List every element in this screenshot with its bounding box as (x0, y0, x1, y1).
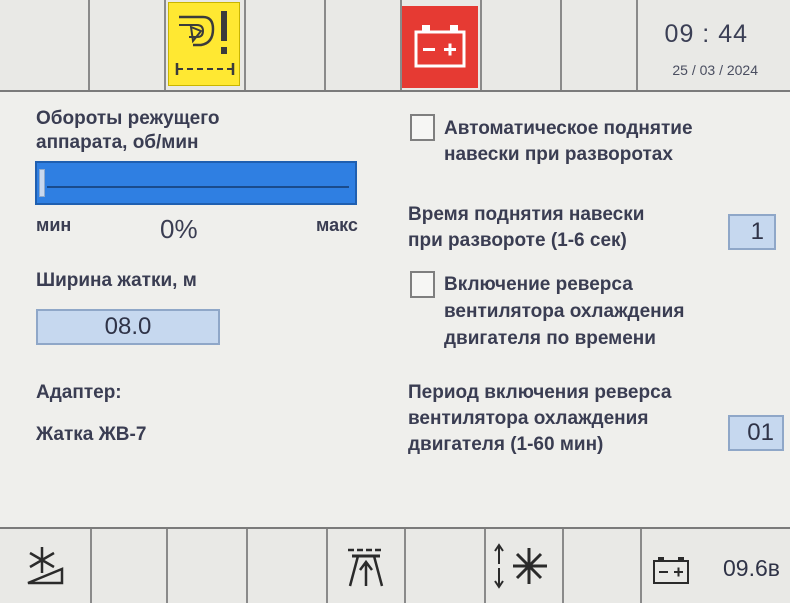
fan-reverse-timer-checkbox[interactable] (410, 271, 435, 298)
fan-reverse-period-label-2: вентилятора охлаждения (408, 408, 649, 429)
status-slot-5 (326, 0, 402, 90)
adapter-value: Жатка ЖВ-7 (36, 424, 147, 445)
fan-reverse-period-label-3: двигателя (1-60 мин) (408, 434, 604, 455)
status-slot-3 (166, 0, 246, 90)
cutter-speed-label-2: аппарата, об/мин (36, 132, 199, 153)
status-slot-6 (402, 0, 482, 90)
adapter-label: Адаптер: (36, 382, 122, 403)
softkey-2[interactable] (92, 529, 168, 603)
fan-reverse-timer-label-3: двигателя по времени (444, 328, 656, 349)
status-slot-7 (482, 0, 562, 90)
gauge-min-label: мин (36, 215, 72, 235)
header-width-value[interactable]: 08.0 (36, 309, 220, 345)
lift-time-label-2: при развороте (1-6 сек) (408, 230, 627, 251)
fan-reverse-timer-label-1: Включение реверса (444, 274, 633, 295)
clock: 09 : 44 25 / 03 / 2024 (638, 0, 770, 90)
softkey-6[interactable] (406, 529, 486, 603)
status-slot-4 (246, 0, 326, 90)
lift-time-label-1: Время поднятия навески (408, 204, 645, 225)
gauge-max-label: макс (316, 215, 358, 235)
softkey-header-height[interactable] (328, 529, 406, 603)
status-slot-1 (0, 0, 90, 90)
softkey-fan-reverse[interactable] (486, 529, 564, 603)
status-bar: 09 : 44 25 / 03 / 2024 (0, 0, 790, 92)
softkey-3[interactable] (168, 529, 248, 603)
header-height-icon (348, 548, 384, 587)
status-slot-8 (562, 0, 638, 90)
clock-time: 09 : 44 (664, 20, 748, 48)
fan-reverse-period-label-1: Период включения реверса (408, 382, 672, 403)
softkey-fan-speed[interactable] (0, 529, 92, 603)
fan-speed-icon (27, 547, 64, 585)
battery-warning-icon (402, 6, 478, 88)
auto-lift-checkbox[interactable] (410, 114, 435, 141)
lift-time-value[interactable]: 1 (728, 214, 776, 250)
softkey-8[interactable] (564, 529, 642, 603)
softkey-battery[interactable]: 09.6в (642, 529, 790, 603)
cutter-speed-gauge-fill (39, 169, 45, 197)
cutter-engagement-warning-icon (168, 2, 240, 86)
fan-reverse-icon (494, 543, 547, 589)
cutter-speed-percent: 0% (160, 214, 198, 244)
cutter-speed-gauge-track (47, 186, 349, 188)
auto-lift-label-2: навески при разворотах (444, 144, 673, 165)
terminal-screen: 09 : 44 25 / 03 / 2024 Обороты режущего … (0, 0, 790, 603)
battery-voltage: 09.6в (723, 555, 780, 581)
cutter-speed-label-1: Обороты режущего (36, 108, 220, 129)
fan-reverse-timer-label-2: вентилятора охлаждения (444, 301, 685, 322)
cutter-speed-gauge (35, 161, 357, 205)
softkey-bar: 09.6в (0, 527, 790, 603)
fan-reverse-period-value[interactable]: 01 (728, 415, 784, 451)
battery-icon (653, 557, 689, 584)
status-slot-2 (90, 0, 166, 90)
auto-lift-label-1: Автоматическое поднятие (444, 118, 693, 139)
header-width-label: Ширина жатки, м (36, 270, 197, 291)
clock-date: 25 / 03 / 2024 (672, 62, 758, 78)
softkey-4[interactable] (248, 529, 328, 603)
